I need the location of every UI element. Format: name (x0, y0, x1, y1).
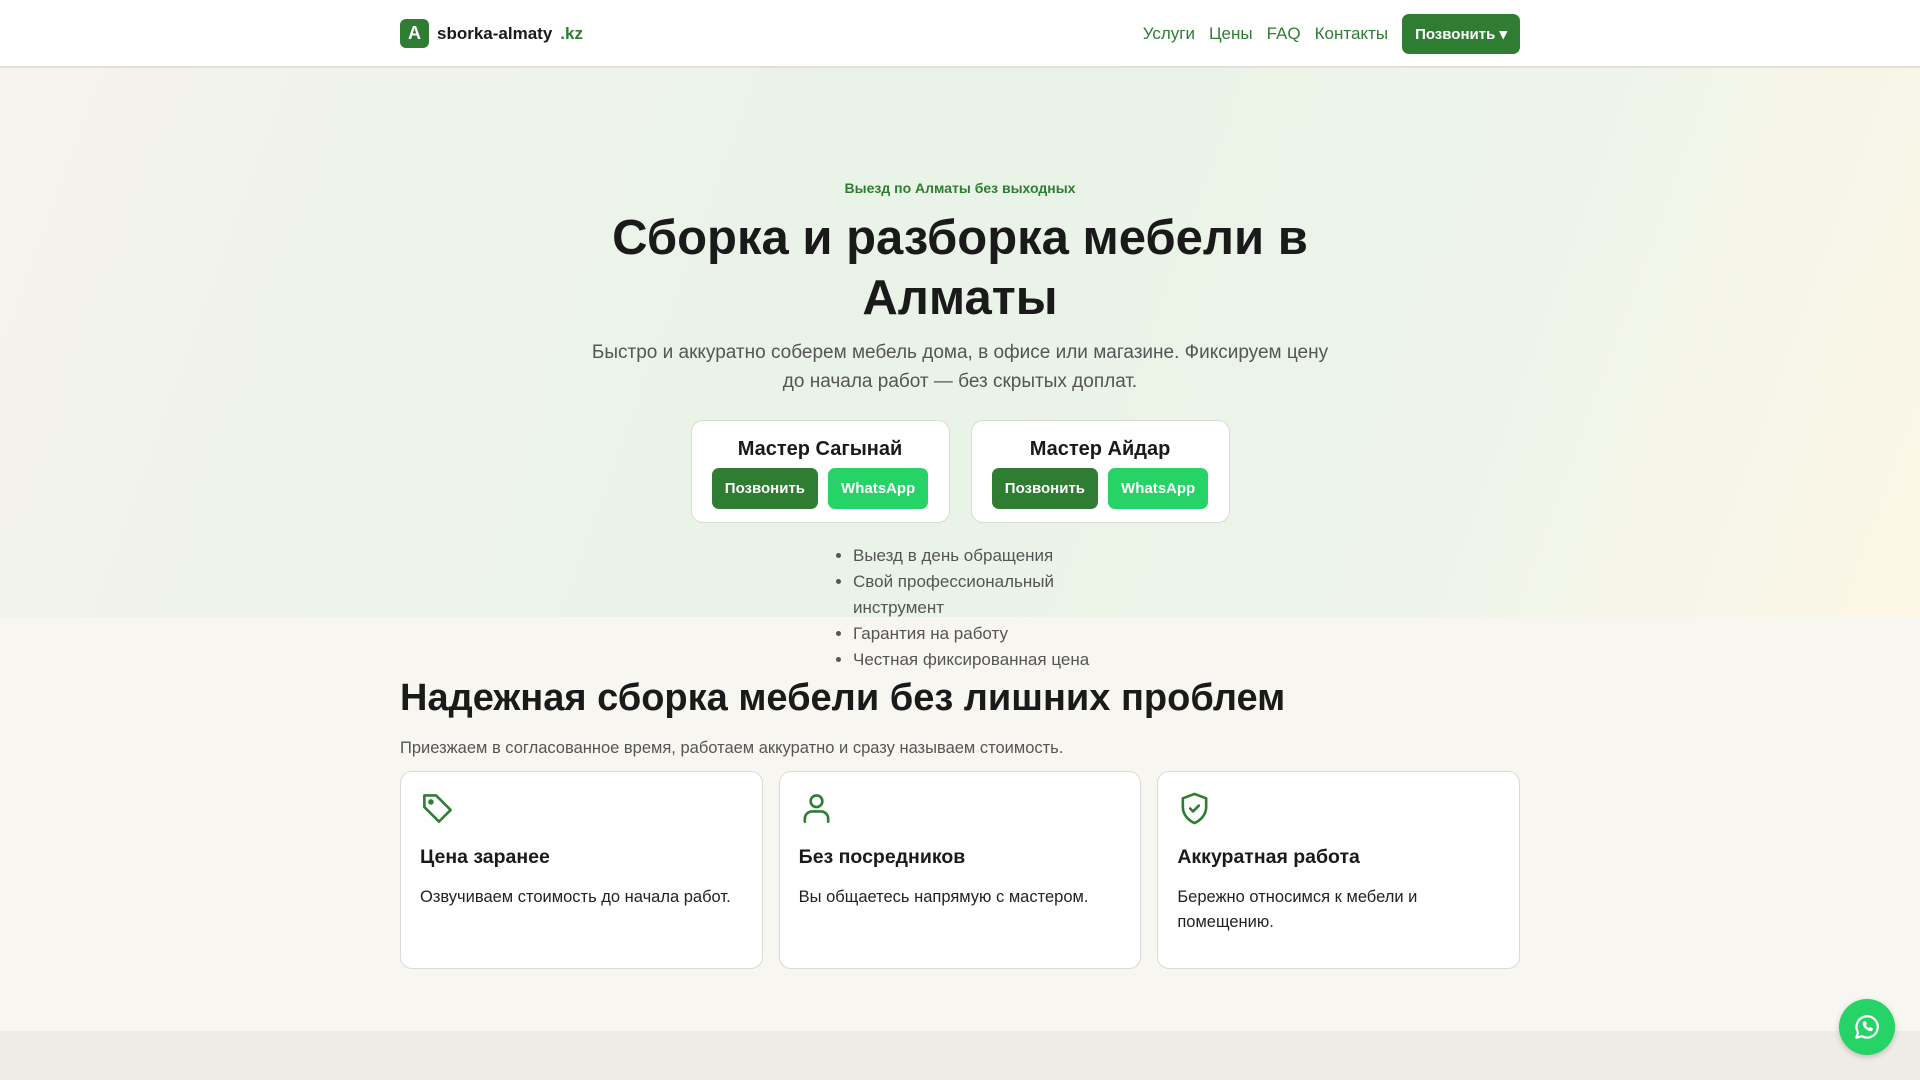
shield-check-icon (1181, 792, 1208, 825)
feature-card: Аккуратная работа Бережно относимся к ме… (1157, 771, 1521, 969)
feature-title: Без посредников (798, 846, 966, 868)
masters: Мастер Сагынай Позвонить WhatsApp Мастер… (0, 420, 1920, 523)
nav-services[interactable]: Услуги (1143, 24, 1195, 44)
brand-name: sborka-almaty (437, 23, 553, 43)
master-card: Мастер Сагынай Позвонить WhatsApp (690, 420, 950, 523)
benefits-list: Выезд в день обращения Свой профессионал… (824, 543, 1124, 673)
site-header: A sborka-almaty .kz Услуги Цены FAQ Конт… (0, 0, 1920, 68)
brand-tld: .kz (560, 23, 583, 43)
nav-faq[interactable]: FAQ (1267, 24, 1301, 44)
benefit-item: Свой профессиональный инструмент (853, 569, 1124, 621)
feature-desc: Бережно относимся к мебели и помещению. (1177, 888, 1418, 931)
main-nav: Услуги Цены FAQ Контакты Позвонить ▾ (1143, 14, 1520, 54)
master-name: Мастер Сагынай (737, 438, 903, 460)
master-name: Мастер Айдар (1029, 438, 1171, 460)
master-whatsapp-button[interactable]: WhatsApp (828, 468, 929, 509)
features-section: Надежная сборка мебели без лишних пробле… (0, 617, 1920, 1031)
feature-desc: Озвучиваем стоимость до начала работ. (420, 888, 731, 906)
logo-icon: A (400, 19, 429, 48)
feature-card: Цена заранее Озвучиваем стоимость до нач… (400, 771, 763, 969)
feature-title: Аккуратная работа (1177, 846, 1360, 868)
nav-prices[interactable]: Цены (1209, 24, 1253, 44)
master-whatsapp-button[interactable]: WhatsApp (1108, 468, 1209, 509)
call-dropdown-button[interactable]: Позвонить ▾ (1402, 14, 1520, 54)
hero-subtitle: Быстро и аккуратно соберем мебель дома, … (591, 342, 1329, 392)
nav-contacts[interactable]: Контакты (1315, 24, 1388, 44)
feature-title: Цена заранее (420, 846, 550, 868)
master-card: Мастер Айдар Позвонить WhatsApp (970, 420, 1230, 523)
master-call-button[interactable]: Позвонить (711, 468, 819, 509)
features-subtitle: Приезжаем в согласованное время, работае… (400, 739, 1064, 757)
logo-link[interactable]: A sborka-almaty .kz (400, 19, 583, 48)
features-title: Надежная сборка мебели без лишних пробле… (400, 677, 1286, 719)
whatsapp-icon (1855, 1015, 1879, 1039)
feature-desc: Вы общаетесь напрямую с мастером. (798, 888, 1089, 906)
hero-badge: Выезд по Алматы без выходных (834, 178, 1086, 198)
benefit-item: Честная фиксированная цена (853, 647, 1124, 673)
hero-title: Сборка и разборка мебели в Алматы (612, 211, 1308, 325)
benefit-item: Выезд в день обращения (853, 543, 1124, 569)
hero: Выезд по Алматы без выходных Сборка и ра… (0, 68, 1920, 669)
feature-card: Без посредников Вы общаетесь напрямую с … (778, 771, 1142, 969)
tag-icon (423, 794, 452, 823)
whatsapp-float-button[interactable] (1839, 999, 1895, 1055)
benefit-item: Гарантия на работу (853, 621, 1124, 647)
user-icon (803, 794, 830, 823)
master-call-button[interactable]: Позвонить (991, 468, 1099, 509)
